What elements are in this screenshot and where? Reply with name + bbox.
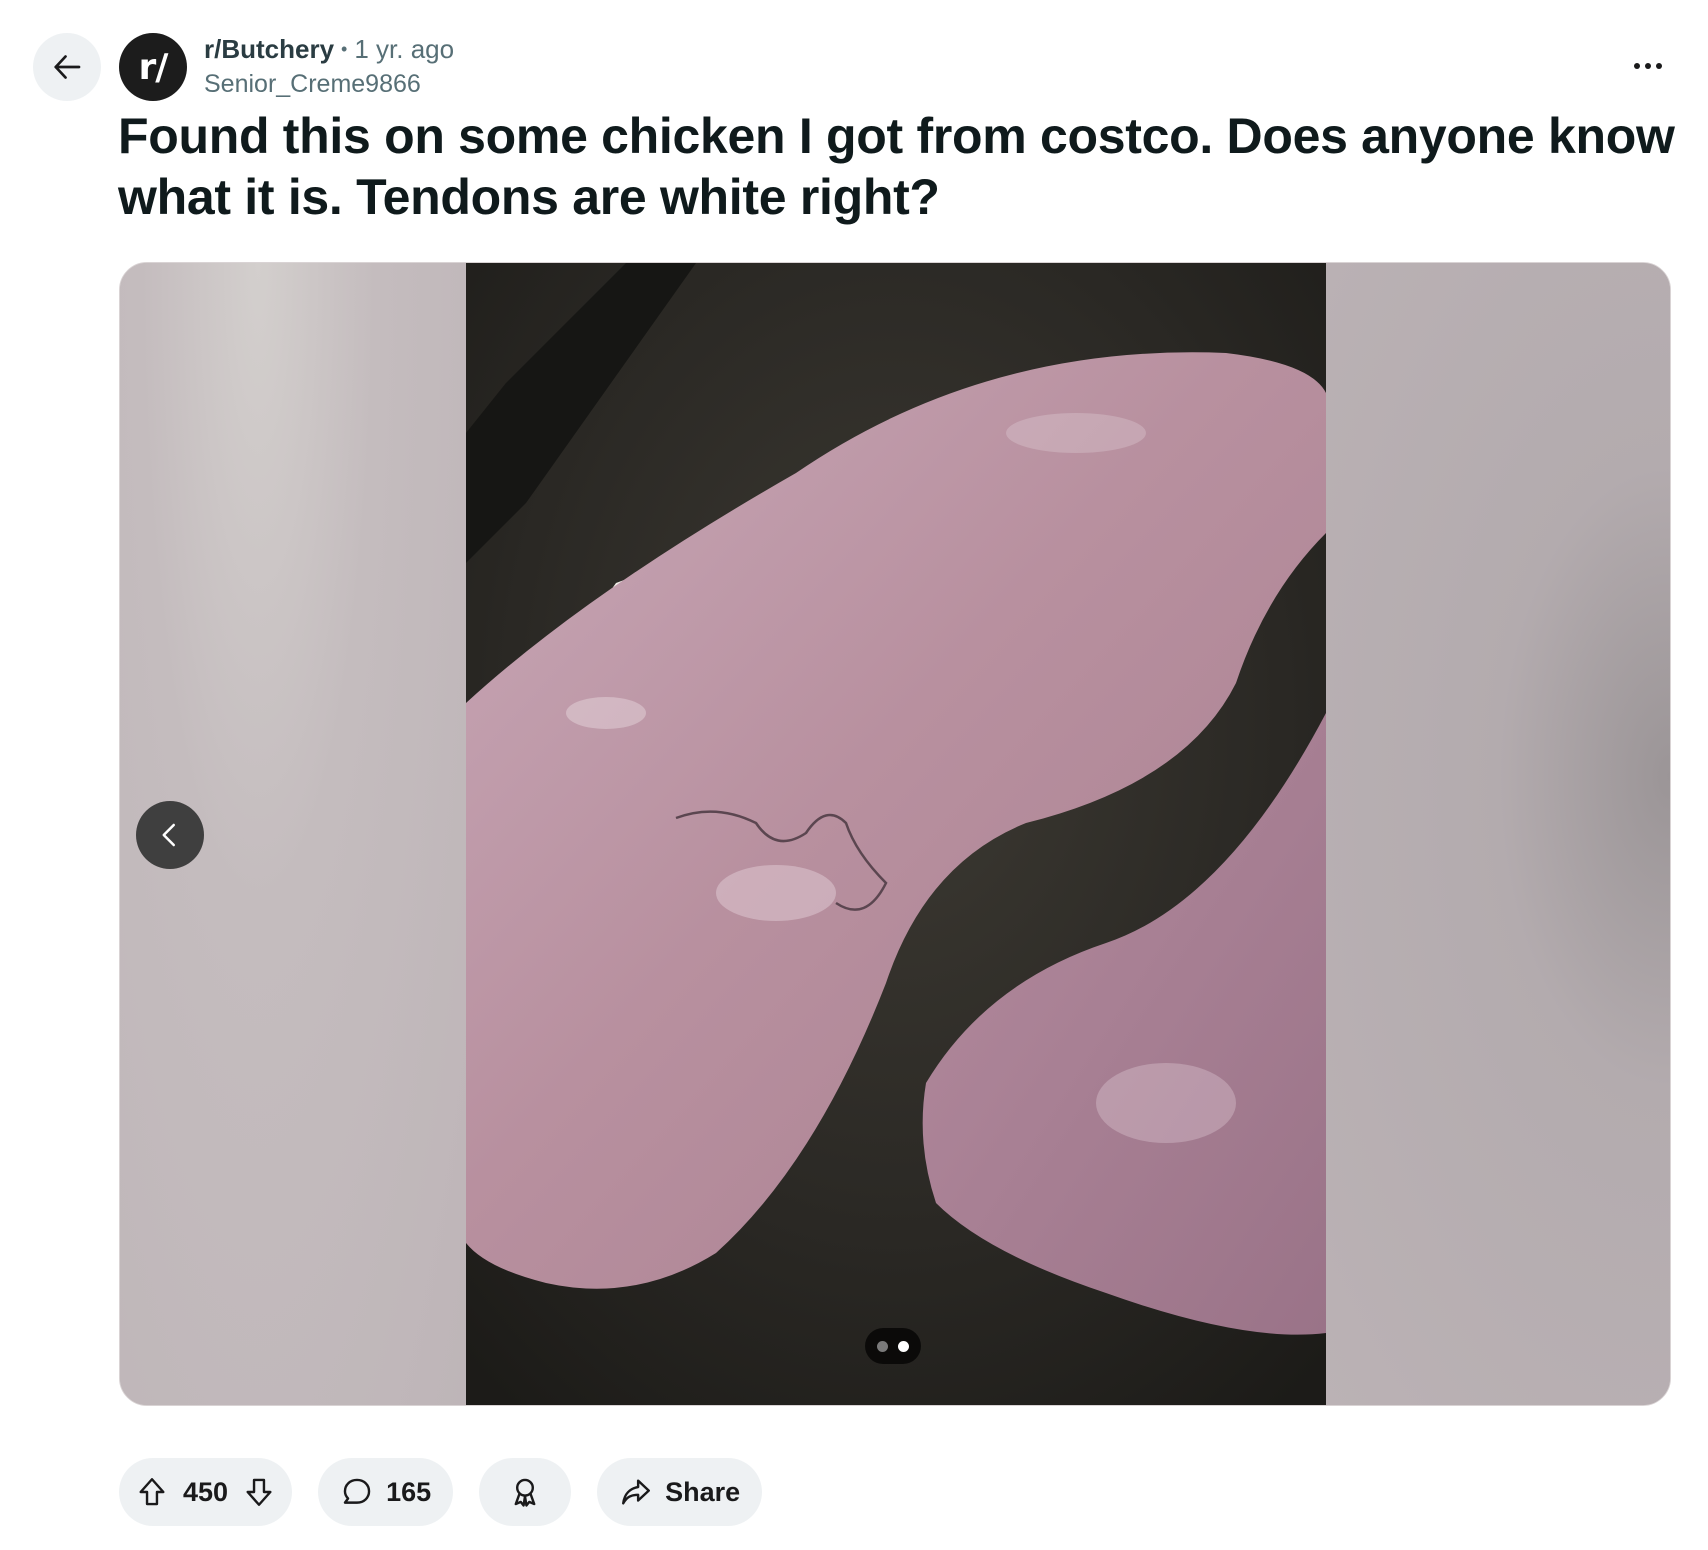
more-options-button[interactable]: [1618, 48, 1678, 84]
pagination-dot-active[interactable]: [898, 1340, 909, 1352]
share-button[interactable]: Share: [597, 1458, 763, 1526]
subreddit-avatar[interactable]: r/: [119, 33, 187, 101]
previous-image-button[interactable]: [136, 801, 204, 869]
chevron-left-icon: [162, 823, 175, 847]
subreddit-name[interactable]: r/Butchery: [204, 34, 334, 65]
comment-bubble-icon: [343, 1478, 371, 1504]
post-meta: r/Butchery • 1 yr. ago Senior_Creme9866: [204, 34, 454, 99]
arrow-left-icon: [54, 55, 81, 79]
pagination-dot[interactable]: [877, 1340, 888, 1352]
post-author[interactable]: Senior_Creme9866: [204, 69, 454, 99]
post-image[interactable]: [466, 263, 1326, 1405]
comments-button[interactable]: 165: [318, 1458, 454, 1526]
gallery-pagination: [865, 1328, 921, 1364]
downvote-arrow-icon[interactable]: [242, 1475, 276, 1509]
vote-control: 450: [119, 1458, 293, 1526]
chicken-photo: [466, 263, 1326, 1405]
share-arrow-icon: [622, 1479, 651, 1505]
meta-separator: •: [341, 38, 348, 59]
more-dot: [1634, 63, 1640, 69]
award-button[interactable]: [479, 1458, 572, 1526]
subreddit-avatar-text: r/: [138, 46, 169, 88]
upvote-arrow-icon[interactable]: [135, 1475, 169, 1509]
more-dot: [1645, 63, 1651, 69]
upvote-count: 450: [183, 1476, 229, 1507]
award-ribbon-icon: [514, 1478, 536, 1507]
post-age: 1 yr. ago: [354, 34, 455, 64]
back-button[interactable]: [33, 33, 101, 101]
image-gallery[interactable]: [119, 262, 1671, 1406]
post-title: Found this on some chicken I got from co…: [118, 108, 1675, 225]
share-label: Share: [665, 1476, 741, 1507]
more-dot: [1656, 63, 1662, 69]
comment-count: 165: [386, 1476, 432, 1507]
gallery-backdrop-right: [1324, 263, 1670, 1405]
post-action-bar: 450 165 Share: [119, 1458, 763, 1526]
